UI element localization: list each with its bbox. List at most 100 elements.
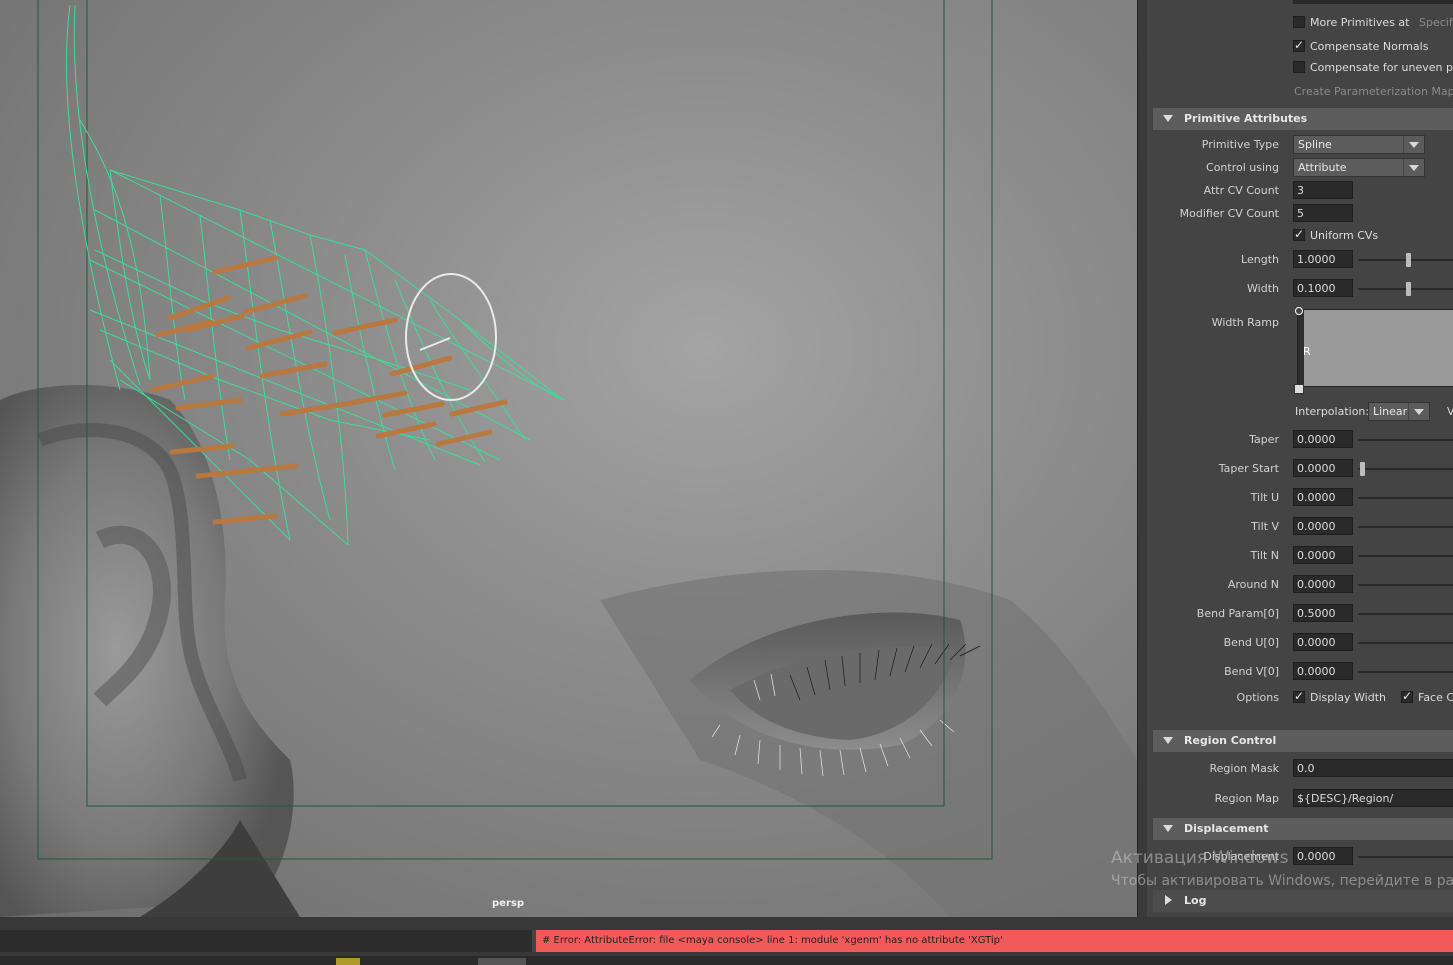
section-region-control[interactable]: Region Control	[1153, 730, 1453, 752]
tilt-n-field[interactable]: 0.0000	[1293, 546, 1353, 564]
tilt-u-slider[interactable]	[1358, 497, 1453, 499]
interpolation-label: Interpolation:	[1295, 405, 1370, 418]
control-using-value: Attribute	[1298, 161, 1347, 174]
attr-cv-count-field[interactable]: 3	[1293, 181, 1353, 199]
compensate-uneven-checkbox[interactable]	[1293, 61, 1305, 73]
bend-v-slider[interactable]	[1358, 671, 1453, 673]
face-camera-label: Face Ca	[1418, 691, 1453, 704]
bend-u-slider[interactable]	[1358, 642, 1453, 644]
region-mask-label: Region Mask	[1209, 762, 1280, 775]
bend-v-field[interactable]: 0.0000	[1293, 662, 1353, 680]
tilt-v-field[interactable]: 0.0000	[1293, 517, 1353, 535]
row-modifier-cv-count: Modifier CV Count 5	[1147, 204, 1453, 224]
section-log[interactable]: Log	[1153, 890, 1453, 912]
length-slider-handle[interactable]	[1406, 253, 1411, 267]
region-map-field[interactable]: ${DESC}/Region/	[1293, 789, 1453, 807]
bend-param-slider[interactable]	[1358, 613, 1453, 615]
taper-start-slider-handle[interactable]	[1360, 462, 1365, 476]
ramp-top-knob[interactable]	[1295, 307, 1303, 315]
width-slider-handle[interactable]	[1406, 282, 1411, 296]
ramp-bottom-knob[interactable]	[1294, 384, 1304, 394]
bend-param-label: Bend Param[0]	[1196, 607, 1279, 620]
3d-viewport[interactable]: persp	[0, 0, 1137, 917]
row-tilt-n: Tilt N 0.0000	[1147, 546, 1453, 566]
length-slider[interactable]	[1358, 253, 1453, 267]
interpolation-trail: V	[1447, 405, 1453, 418]
taper-slider[interactable]	[1358, 439, 1453, 441]
section-title: Region Control	[1184, 734, 1277, 747]
bend-v-label: Bend V[0]	[1224, 665, 1279, 678]
viewport-scene	[0, 0, 1137, 917]
taper-start-field[interactable]: 0.0000	[1293, 459, 1353, 477]
row-bend-v: Bend V[0] 0.0000	[1147, 662, 1453, 682]
collapse-triangle-icon	[1163, 825, 1173, 832]
compensate-normals-label: Compensate Normals	[1310, 40, 1429, 53]
tilt-v-slider[interactable]	[1358, 526, 1453, 528]
length-label: Length	[1241, 253, 1279, 266]
windows-activation-text: Чтобы активировать Windows, перейдите в …	[1111, 873, 1453, 889]
section-displacement[interactable]: Displacement	[1153, 818, 1453, 840]
primitive-type-dropdown[interactable]: Spline	[1293, 135, 1425, 154]
row-attr-cv-count: Attr CV Count 3	[1147, 181, 1453, 201]
more-primitives-label: More Primitives at	[1310, 16, 1410, 29]
uniform-cvs-checkbox[interactable]	[1293, 227, 1305, 241]
section-title: Primitive Attributes	[1184, 112, 1308, 125]
control-using-dropdown[interactable]: Attribute	[1293, 158, 1425, 177]
row-bend-param: Bend Param[0] 0.5000	[1147, 604, 1453, 624]
xgen-attribute-panel: More Primitives at Specify Compensate No…	[1147, 0, 1453, 917]
width-ramp-label: Width Ramp	[1211, 316, 1279, 329]
displacement-slider[interactable]	[1358, 856, 1453, 858]
chevron-down-icon	[1403, 159, 1424, 176]
bend-u-label: Bend U[0]	[1223, 636, 1279, 649]
row-bend-u: Bend U[0] 0.0000	[1147, 633, 1453, 653]
display-width-checkbox[interactable]	[1293, 689, 1305, 703]
taper-label: Taper	[1249, 433, 1279, 446]
interpolation-dropdown[interactable]: Linear	[1368, 402, 1430, 421]
windows-activation-title: Активация Windows	[1111, 848, 1289, 868]
section-primitive-attributes[interactable]: Primitive Attributes	[1153, 108, 1453, 130]
more-primitives-specify[interactable]: Specify	[1419, 16, 1453, 29]
row-region-mask: Region Mask 0.0	[1147, 759, 1453, 779]
length-field[interactable]: 1.0000	[1293, 250, 1353, 268]
row-length: Length 1.0000	[1147, 250, 1453, 270]
around-n-label: Around N	[1227, 578, 1279, 591]
interpolation-value: Linear	[1373, 405, 1408, 418]
top-field-edge	[1293, 0, 1453, 4]
taper-start-slider[interactable]	[1358, 462, 1453, 476]
row-region-map: Region Map ${DESC}/Region/	[1147, 789, 1453, 809]
width-label: Width	[1247, 282, 1279, 295]
face-camera-checkbox[interactable]	[1401, 689, 1413, 703]
region-map-label: Region Map	[1214, 792, 1279, 805]
displacement-field[interactable]: 0.0000	[1293, 847, 1353, 865]
uniform-cvs-label: Uniform CVs	[1310, 229, 1379, 242]
tilt-u-field[interactable]: 0.0000	[1293, 488, 1353, 506]
control-using-label: Control using	[1206, 161, 1279, 174]
width-ramp-editor[interactable]: R	[1294, 307, 1453, 394]
bottom-strip-block	[478, 958, 526, 965]
bend-param-field[interactable]: 0.5000	[1293, 604, 1353, 622]
around-n-field[interactable]: 0.0000	[1293, 575, 1353, 593]
width-field[interactable]: 0.1000	[1293, 279, 1353, 297]
region-mask-field[interactable]: 0.0	[1293, 759, 1453, 777]
script-error-line[interactable]: # Error: AttributeError: file <maya cons…	[536, 930, 1453, 952]
row-around-n: Around N 0.0000	[1147, 575, 1453, 595]
modifier-cv-count-label: Modifier CV Count	[1179, 207, 1279, 220]
more-primitives-checkbox[interactable]	[1293, 16, 1305, 28]
width-slider[interactable]	[1358, 282, 1453, 296]
command-line-input[interactable]	[0, 930, 536, 952]
compensate-uneven-label: Compensate for uneven par	[1310, 61, 1453, 74]
compensate-normals-checkbox[interactable]	[1293, 38, 1305, 52]
primitive-type-value: Spline	[1298, 138, 1332, 151]
brush-direction	[419, 337, 451, 351]
create-param-map-button[interactable]: Create Parameterization Map	[1294, 85, 1453, 98]
row-options: Options Display Width Face Ca	[1147, 688, 1453, 708]
taper-field[interactable]: 0.0000	[1293, 430, 1353, 448]
row-taper: Taper 0.0000	[1147, 430, 1453, 450]
around-n-slider[interactable]	[1358, 584, 1453, 586]
display-width-label: Display Width	[1310, 691, 1387, 704]
camera-label: persp	[492, 898, 524, 909]
bend-u-field[interactable]: 0.0000	[1293, 633, 1353, 651]
modifier-cv-count-field[interactable]: 5	[1293, 204, 1353, 222]
chevron-down-icon	[1408, 403, 1429, 420]
tilt-n-slider[interactable]	[1358, 555, 1453, 557]
